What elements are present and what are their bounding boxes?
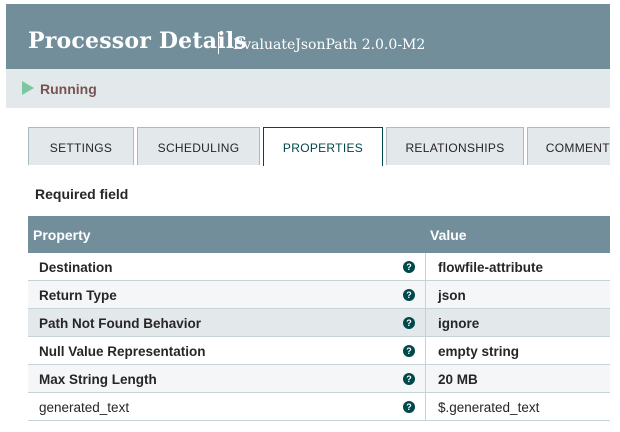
column-divider xyxy=(425,309,426,336)
help-icon[interactable]: ? xyxy=(403,289,415,301)
help-icon[interactable]: ? xyxy=(403,261,415,273)
processor-type-label: EvaluateJsonPath 2.0.0-M2 xyxy=(233,37,426,53)
property-value[interactable]: json xyxy=(438,288,466,303)
status-bar: Running xyxy=(6,69,610,108)
title-separator xyxy=(218,32,219,54)
table-row[interactable]: Max String Length ? 20 MB xyxy=(28,365,610,393)
dialog-title: Processor Details xyxy=(28,28,247,54)
property-value[interactable]: $.generated_text xyxy=(438,400,539,415)
property-name: generated_text xyxy=(39,400,130,415)
table-row[interactable]: Path Not Found Behavior ? ignore xyxy=(28,309,610,337)
column-header-property[interactable]: Property xyxy=(33,227,91,243)
play-icon xyxy=(22,81,34,95)
tab-bar: SETTINGS SCHEDULING PROPERTIES RELATIONS… xyxy=(28,127,610,166)
column-divider xyxy=(425,337,426,364)
column-divider xyxy=(425,393,426,420)
property-name: Destination xyxy=(39,260,113,275)
table-row[interactable]: generated_text ? $.generated_text xyxy=(28,393,610,421)
table-row[interactable]: Return Type ? json xyxy=(28,281,610,309)
table-header: Property Value xyxy=(28,216,610,253)
property-name: Max String Length xyxy=(39,372,157,387)
property-value[interactable]: empty string xyxy=(438,344,519,359)
tab-scheduling[interactable]: SCHEDULING xyxy=(137,127,260,165)
properties-table: Property Value Destination ? flowfile-at… xyxy=(28,216,610,421)
table-row[interactable]: Destination ? flowfile-attribute xyxy=(28,253,610,281)
tab-properties[interactable]: PROPERTIES xyxy=(263,127,383,166)
tab-settings[interactable]: SETTINGS xyxy=(28,127,134,165)
help-icon[interactable]: ? xyxy=(403,373,415,385)
required-field-note: Required field xyxy=(35,186,129,202)
property-value[interactable]: 20 MB xyxy=(438,372,478,387)
table-row[interactable]: Null Value Representation ? empty string xyxy=(28,337,610,365)
column-divider xyxy=(425,281,426,308)
help-icon[interactable]: ? xyxy=(403,401,415,413)
property-value[interactable]: ignore xyxy=(438,316,479,331)
run-status-label: Running xyxy=(40,81,97,97)
column-divider xyxy=(425,365,426,392)
property-name: Path Not Found Behavior xyxy=(39,316,201,331)
help-icon[interactable]: ? xyxy=(403,317,415,329)
tab-relationships[interactable]: RELATIONSHIPS xyxy=(386,127,524,165)
column-header-value[interactable]: Value xyxy=(430,227,467,243)
help-icon[interactable]: ? xyxy=(403,345,415,357)
property-value[interactable]: flowfile-attribute xyxy=(438,260,543,275)
property-name: Null Value Representation xyxy=(39,344,206,359)
column-divider xyxy=(425,253,426,280)
property-name: Return Type xyxy=(39,288,117,303)
tab-comments[interactable]: COMMENTS xyxy=(527,127,610,165)
dialog-header: Processor Details EvaluateJsonPath 2.0.0… xyxy=(6,4,610,69)
